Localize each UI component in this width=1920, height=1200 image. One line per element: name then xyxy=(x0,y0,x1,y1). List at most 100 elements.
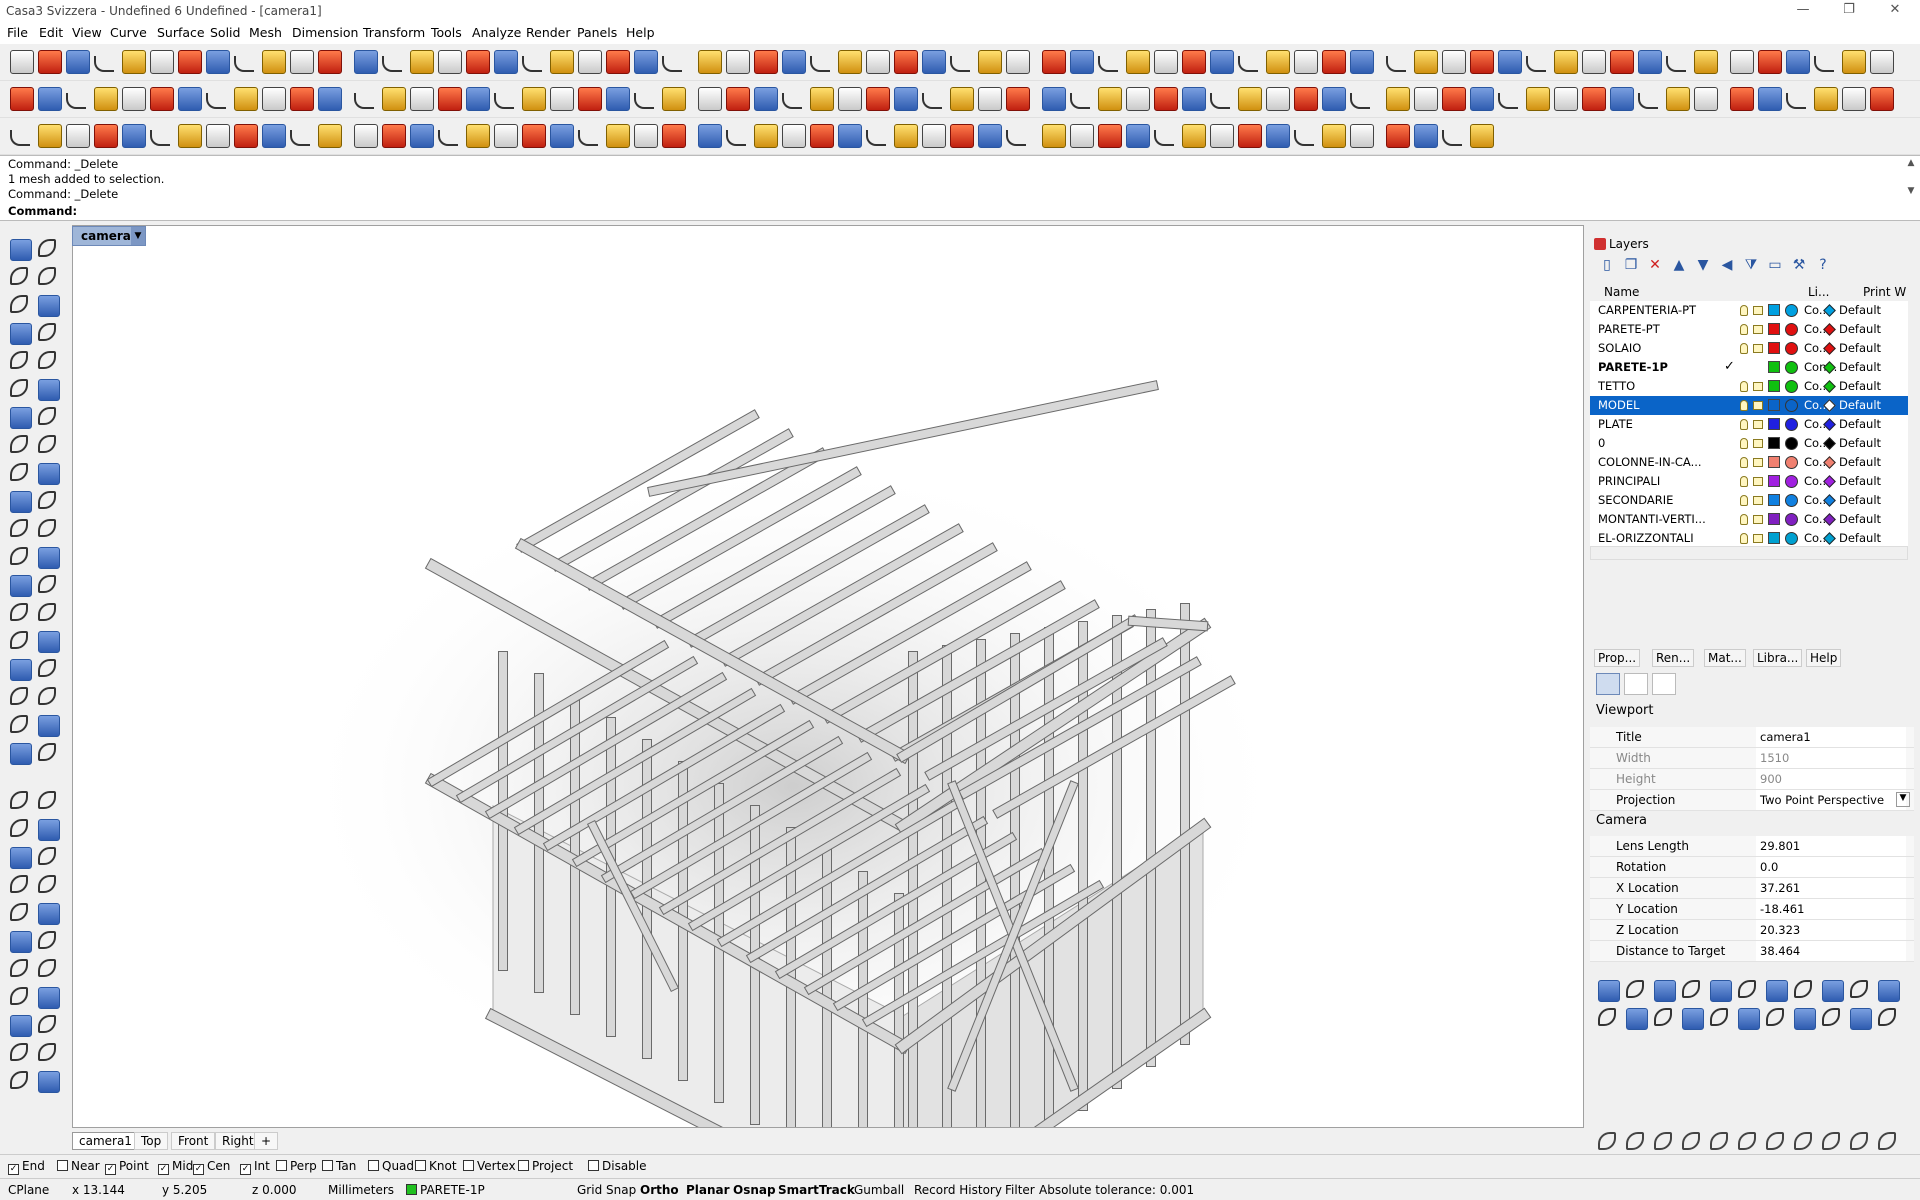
toolbar-tool-icon[interactable] xyxy=(1610,50,1634,74)
osnap-tan[interactable]: Tan xyxy=(322,1159,356,1173)
snap-tool-icon[interactable] xyxy=(1682,1132,1700,1150)
tab-camera1[interactable]: camera1 xyxy=(72,1132,139,1150)
toolbar-tool-icon[interactable] xyxy=(1814,56,1834,72)
menu-dimension[interactable]: Dimension xyxy=(292,25,358,40)
toolbar-tool-icon[interactable] xyxy=(494,93,514,109)
panel-tool-icon[interactable] xyxy=(1710,980,1732,1002)
lock-icon[interactable] xyxy=(1753,344,1763,353)
property-value[interactable]: 0.0 xyxy=(1756,857,1906,877)
toolbar-tool-icon[interactable] xyxy=(1006,87,1030,111)
snap-tool-icon[interactable] xyxy=(1766,1132,1784,1150)
toolbar-tool-icon[interactable] xyxy=(1786,50,1810,74)
toolbar-tool-icon[interactable] xyxy=(1070,93,1090,109)
layer-print-width[interactable]: Default xyxy=(1839,512,1881,526)
checkbox[interactable] xyxy=(463,1160,474,1171)
material-icon[interactable] xyxy=(1785,437,1798,450)
toolbar-tool-icon[interactable] xyxy=(1870,87,1894,111)
menu-transform[interactable]: Transform xyxy=(363,25,425,40)
left-tool-icon[interactable] xyxy=(38,987,60,1009)
osnap-mid[interactable]: ✓ Mid xyxy=(158,1159,193,1175)
left-tool-icon[interactable] xyxy=(38,743,56,761)
left-tool-icon[interactable] xyxy=(38,491,56,509)
layer-color-swatch[interactable] xyxy=(1768,380,1780,392)
toolbar-tool-icon[interactable] xyxy=(122,124,146,148)
command-prompt[interactable]: Command: xyxy=(8,204,77,218)
layer-print-width[interactable]: Default xyxy=(1839,360,1881,374)
toolbar-tool-icon[interactable] xyxy=(10,87,34,111)
left-tool-icon[interactable] xyxy=(10,1015,32,1037)
left-tool-icon[interactable] xyxy=(38,603,56,621)
toolbar-tool-icon[interactable] xyxy=(1098,124,1122,148)
toolbar-tool-icon[interactable] xyxy=(122,50,146,74)
snap-tool-icon[interactable] xyxy=(1654,1132,1672,1150)
layer-print-width[interactable]: Default xyxy=(1839,322,1881,336)
left-tool-icon[interactable] xyxy=(38,351,56,369)
restore-button[interactable]: ❐ xyxy=(1826,0,1872,22)
toolbar-tool-icon[interactable] xyxy=(1070,124,1094,148)
material-icon[interactable] xyxy=(1785,399,1798,412)
menu-view[interactable]: View xyxy=(72,25,102,40)
left-tool-icon[interactable] xyxy=(38,1015,56,1033)
add-tab-button[interactable]: + xyxy=(254,1132,279,1150)
toolbar-tool-icon[interactable] xyxy=(1294,130,1314,146)
column-print-width[interactable]: Print W xyxy=(1863,285,1906,299)
property-value[interactable]: 20.323 xyxy=(1756,920,1906,940)
left-tool-icon[interactable] xyxy=(38,1071,60,1093)
toolbar-tool-icon[interactable] xyxy=(262,124,286,148)
toolbar-tool-icon[interactable] xyxy=(1498,50,1522,74)
toolbar-tool-icon[interactable] xyxy=(1266,124,1290,148)
toolbar-tool-icon[interactable] xyxy=(206,50,230,74)
toolbar-tool-icon[interactable] xyxy=(578,50,602,74)
toolbar-tool-icon[interactable] xyxy=(606,124,630,148)
panel-tool-icon[interactable] xyxy=(1794,1008,1816,1030)
left-tool-icon[interactable] xyxy=(10,687,28,705)
material-icon[interactable] xyxy=(1785,475,1798,488)
layer-row[interactable]: PARETE-PT Co... Default xyxy=(1590,320,1908,339)
toolbar-tool-icon[interactable] xyxy=(634,124,658,148)
toolbar-tool-icon[interactable] xyxy=(94,87,118,111)
material-icon[interactable] xyxy=(1785,304,1798,317)
material-icon[interactable] xyxy=(1785,361,1798,374)
toolbar-tool-icon[interactable] xyxy=(1098,56,1118,72)
panel-tool-icon[interactable] xyxy=(1822,980,1844,1002)
toolbar-tool-icon[interactable] xyxy=(698,124,722,148)
chevron-down-icon[interactable]: ▼ xyxy=(131,227,145,245)
material-icon[interactable] xyxy=(1785,456,1798,469)
toolbar-tool-icon[interactable] xyxy=(922,93,942,109)
checkbox[interactable] xyxy=(368,1160,379,1171)
lightbulb-icon[interactable] xyxy=(1740,343,1748,354)
panel-tool-icon[interactable] xyxy=(1766,980,1788,1002)
osnap-perp[interactable]: Perp xyxy=(276,1159,317,1173)
toolbar-tool-icon[interactable] xyxy=(838,124,862,148)
close-button[interactable]: ✕ xyxy=(1872,0,1918,22)
help-icon[interactable]: ? xyxy=(1814,257,1832,275)
property-value[interactable]: camera1 xyxy=(1756,727,1906,747)
lock-icon[interactable] xyxy=(1753,306,1763,315)
left-tool-icon[interactable] xyxy=(38,659,56,677)
toolbar-tool-icon[interactable] xyxy=(1238,124,1262,148)
tools-icon[interactable]: ⚒ xyxy=(1790,257,1808,275)
left-tool-icon[interactable] xyxy=(10,847,32,869)
left-tool-icon[interactable] xyxy=(38,959,56,977)
checkbox[interactable]: ✓ xyxy=(158,1164,169,1175)
toolbar-tool-icon[interactable] xyxy=(382,87,406,111)
toolbar-tool-icon[interactable] xyxy=(466,87,490,111)
left-tool-icon[interactable] xyxy=(38,519,56,537)
lightbulb-icon[interactable] xyxy=(1740,495,1748,506)
toolbar-tool-icon[interactable] xyxy=(1498,93,1518,109)
left-tool-icon[interactable] xyxy=(10,631,28,649)
toolbar-tool-icon[interactable] xyxy=(1694,50,1718,74)
toolbar-tool-icon[interactable] xyxy=(634,50,658,74)
layer-color-swatch[interactable] xyxy=(1768,361,1780,373)
property-value[interactable]: 29.801 xyxy=(1756,836,1906,856)
toolbar-tool-icon[interactable] xyxy=(1126,50,1150,74)
toolbar-tool-icon[interactable] xyxy=(466,124,490,148)
toolbar-tool-icon[interactable] xyxy=(1554,87,1578,111)
toolbar-tool-icon[interactable] xyxy=(410,50,434,74)
snap-tool-icon[interactable] xyxy=(1850,1132,1868,1150)
toolbar-tool-icon[interactable] xyxy=(754,50,778,74)
layer-print-width[interactable]: Default xyxy=(1839,417,1881,431)
toolbar-tool-icon[interactable] xyxy=(94,56,114,72)
left-tool-icon[interactable] xyxy=(38,379,60,401)
lock-icon[interactable] xyxy=(1753,382,1763,391)
